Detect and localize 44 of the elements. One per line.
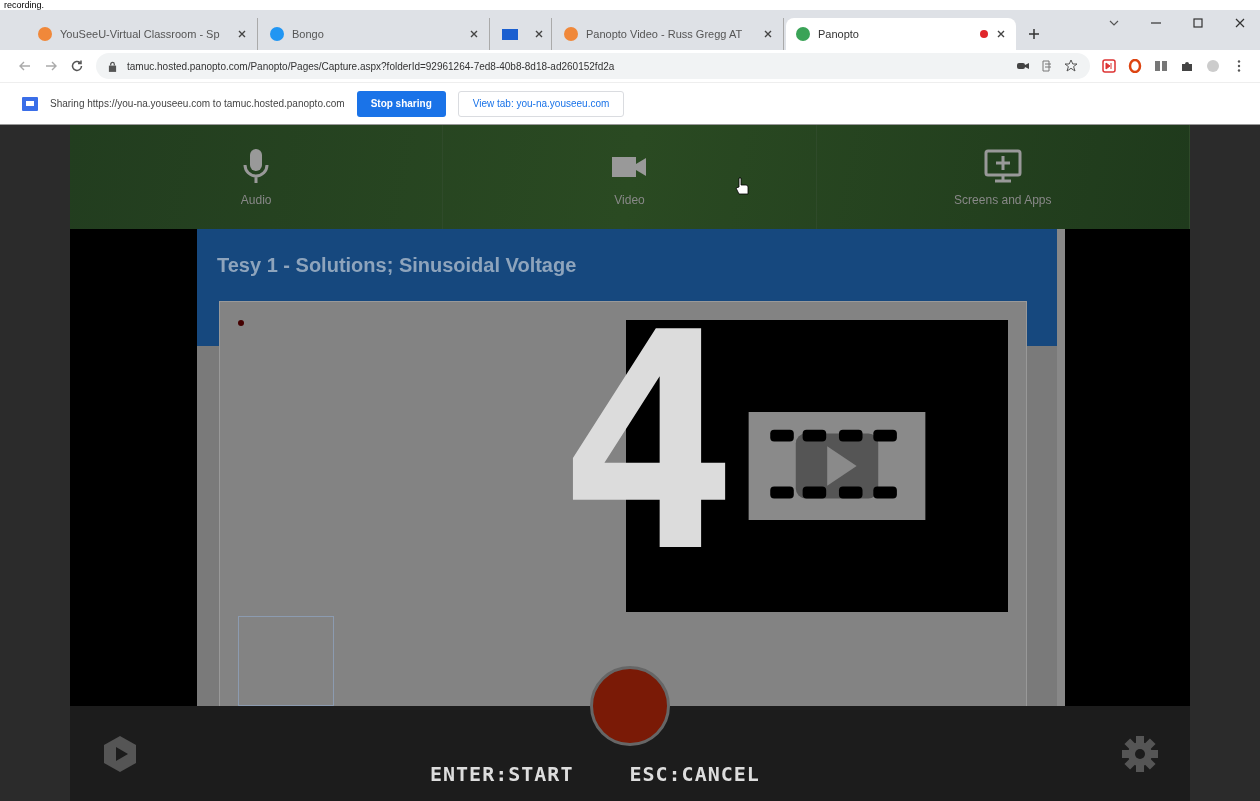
tab-title: Panopto Video - Russ Gregg AT bbox=[586, 28, 743, 40]
stop-sharing-button[interactable]: Stop sharing bbox=[356, 90, 446, 117]
source-label: Audio bbox=[240, 193, 272, 207]
scrollbar[interactable] bbox=[1057, 229, 1065, 706]
dot-mark bbox=[238, 320, 244, 326]
close-icon[interactable] bbox=[469, 29, 479, 39]
tab-title: Panopto bbox=[818, 28, 859, 40]
extension-icon[interactable] bbox=[1154, 59, 1168, 73]
view-tab-button[interactable]: View tab: you-na.youseeu.com bbox=[457, 90, 625, 117]
source-label: Screens and Apps bbox=[954, 193, 1052, 207]
caption-text: recording. bbox=[4, 0, 45, 10]
tab-title: Bongo bbox=[292, 28, 324, 40]
browser-tab[interactable]: Bongo bbox=[260, 18, 490, 50]
site-icon bbox=[796, 27, 810, 41]
lock-icon bbox=[108, 60, 117, 72]
start-hint: ENTER:START bbox=[430, 761, 574, 786]
close-icon[interactable] bbox=[1234, 17, 1246, 29]
star-icon[interactable] bbox=[1064, 59, 1078, 73]
site-icon bbox=[270, 27, 284, 41]
close-icon[interactable] bbox=[534, 29, 544, 39]
close-icon[interactable] bbox=[237, 29, 247, 39]
screen-share-icon bbox=[22, 96, 38, 111]
hand-cursor-icon bbox=[735, 177, 749, 195]
sharing-message: Sharing https://you-na.youseeu.com to tamuc.hosted.panopto.com bbox=[50, 98, 345, 109]
maximize-icon[interactable] bbox=[1192, 17, 1204, 29]
browser-tab[interactable]: YouSeeU-Virtual Classroom - Sp bbox=[28, 18, 258, 50]
share-icon[interactable] bbox=[1040, 59, 1054, 73]
screen-icon bbox=[502, 28, 518, 40]
address-field[interactable]: tamuc.hosted.panopto.com/Panopto/Pages/Capture.aspx?folderId=92961264-7ed8-40b8-8d18-ad260152fd2a bbox=[96, 53, 1090, 79]
extension-icon[interactable] bbox=[1102, 59, 1116, 73]
cancel-hint: ESC:CANCEL bbox=[629, 761, 760, 786]
close-icon[interactable] bbox=[763, 29, 773, 39]
site-icon bbox=[564, 27, 578, 41]
film-play-icon bbox=[748, 412, 926, 520]
site-icon bbox=[38, 27, 52, 41]
reload-icon[interactable] bbox=[70, 59, 84, 73]
browser-tab[interactable]: Panopto bbox=[786, 18, 1016, 50]
close-icon[interactable] bbox=[996, 29, 1006, 39]
opera-icon[interactable] bbox=[1128, 59, 1142, 73]
page-title: Tesy 1 - Solutions; Sinusoidal Voltage bbox=[216, 252, 578, 278]
tab-title: YouSeeU-Virtual Classroom - Sp bbox=[60, 28, 220, 40]
source-label: Video bbox=[614, 193, 645, 207]
new-tab-icon[interactable] bbox=[1028, 28, 1040, 40]
browser-tab[interactable]: Panopto Video - Russ Gregg AT bbox=[554, 18, 784, 50]
